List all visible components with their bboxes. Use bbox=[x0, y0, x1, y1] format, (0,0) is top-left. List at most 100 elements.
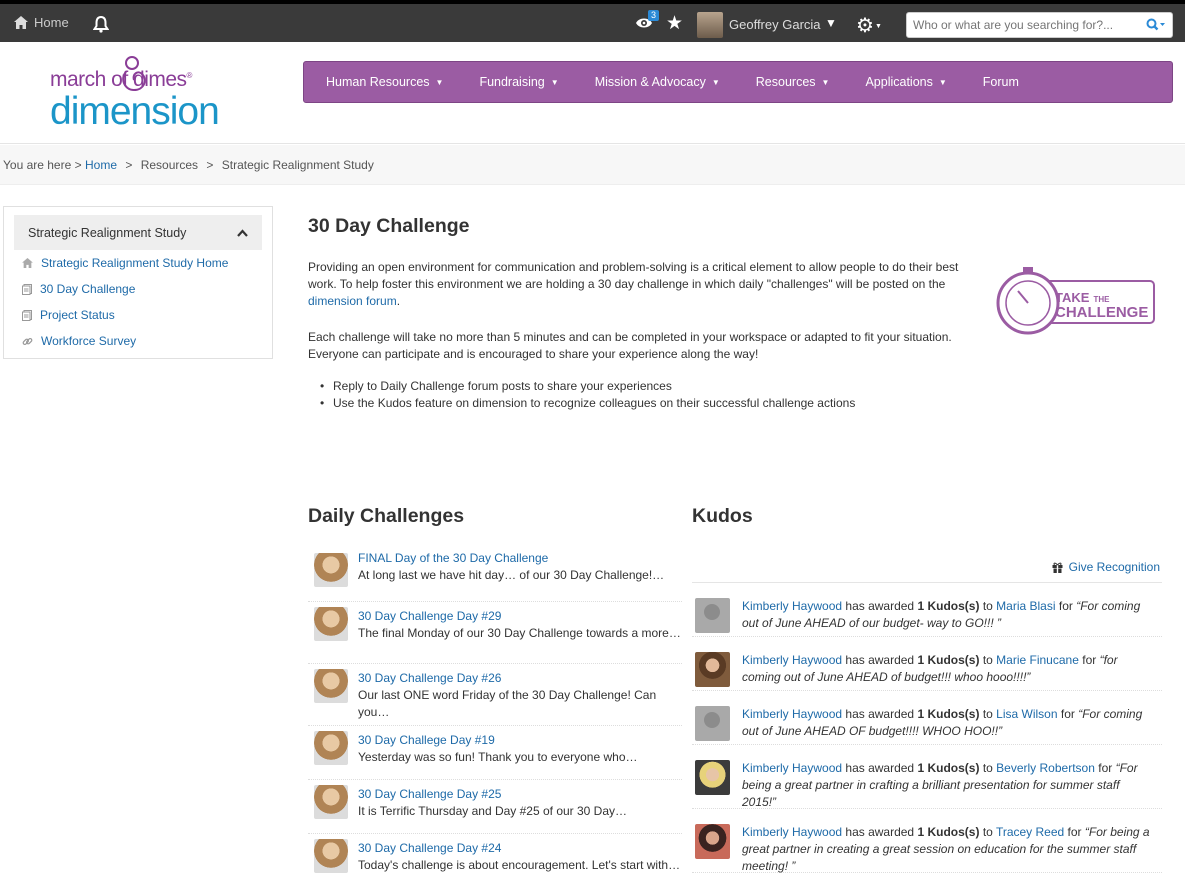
avatar bbox=[314, 785, 348, 819]
search-box bbox=[906, 12, 1173, 38]
challenge-title-link[interactable]: FINAL Day of the 30 Day Challenge bbox=[358, 551, 548, 565]
page-icon bbox=[22, 283, 32, 295]
watch-count-badge: 3 bbox=[648, 10, 660, 21]
chevron-down-icon: ▼ bbox=[711, 77, 720, 87]
list-item: FINAL Day of the 30 Day Challenge At lon… bbox=[308, 548, 682, 602]
nav-applications[interactable]: Applications ▼ bbox=[843, 75, 960, 89]
chevron-down-icon: ▼ bbox=[821, 77, 830, 87]
challenge-excerpt: The final Monday of our 30 Day Challenge… bbox=[358, 626, 681, 640]
take-the-challenge-badge[interactable]: TAKE THE CHALLENGE bbox=[992, 267, 1158, 337]
challenge-title-link[interactable]: 30 Day Challenge Day #26 bbox=[358, 671, 501, 685]
main-nav: Human Resources ▼ Fundraising ▼ Mission & … bbox=[303, 61, 1173, 103]
kudos-to-link[interactable]: Maria Blasi bbox=[996, 599, 1055, 613]
logo-line2: dimension bbox=[50, 90, 220, 133]
home-link[interactable]: Home bbox=[14, 15, 69, 30]
kudos-from-link[interactable]: Kimberly Haywood bbox=[742, 707, 842, 721]
list-item: 30 Day Challenge Day #25 It is Terrific … bbox=[308, 780, 682, 834]
kudos-from-link[interactable]: Kimberly Haywood bbox=[742, 599, 842, 613]
list-item: 30 Day Challenge Day #29 The final Monda… bbox=[308, 602, 682, 664]
breadcrumb-resources[interactable]: Resources bbox=[141, 158, 198, 172]
search-icon[interactable] bbox=[1146, 18, 1166, 32]
list-item: 30 Day Challenge Day #24 Today's challen… bbox=[308, 834, 682, 891]
intro-paragraph: Providing an open environment for commun… bbox=[308, 260, 959, 308]
sidebar-item-project-status[interactable]: Project Status bbox=[14, 302, 262, 328]
march-of-dimes-dimension-logo[interactable]: march of dimes® dimension bbox=[50, 54, 250, 134]
top-bar: Home 3 ★ Geoffrey Garcia ▼ ⚙ ▼ bbox=[0, 0, 1185, 42]
nav-resources[interactable]: Resources ▼ bbox=[734, 75, 844, 89]
page-icon bbox=[22, 309, 32, 321]
chevron-down-icon: ▼ bbox=[435, 77, 444, 87]
sidebar-item-30-day-challenge[interactable]: 30 Day Challenge bbox=[14, 276, 262, 302]
kudos-heading: Kudos bbox=[692, 505, 753, 527]
chevron-up-icon[interactable] bbox=[237, 228, 248, 237]
avatar[interactable] bbox=[695, 706, 730, 741]
breadcrumb: You are here > Home > Resources > Strate… bbox=[0, 145, 1185, 185]
avatar bbox=[314, 669, 348, 703]
kudos-to-link[interactable]: Tracey Reed bbox=[996, 825, 1064, 839]
kudos-to-link[interactable]: Marie Finucane bbox=[996, 653, 1079, 667]
nav-fundraising[interactable]: Fundraising ▼ bbox=[457, 75, 572, 89]
page-title: 30 Day Challenge bbox=[308, 215, 470, 237]
svg-text:CHALLENGE: CHALLENGE bbox=[1055, 304, 1148, 321]
kudos-to-link[interactable]: Beverly Robertson bbox=[996, 761, 1095, 775]
site-header: march of dimes® dimension Human Resource… bbox=[0, 42, 1185, 144]
challenge-title-link[interactable]: 30 Day Challege Day #19 bbox=[358, 733, 495, 747]
kudos-from-link[interactable]: Kimberly Haywood bbox=[742, 825, 842, 839]
kudos-from-link[interactable]: Kimberly Haywood bbox=[742, 653, 842, 667]
avatar bbox=[314, 839, 348, 873]
avatar[interactable] bbox=[695, 652, 730, 687]
list-item: Kimberly Haywood has awarded 1 Kudos(s) … bbox=[692, 583, 1162, 637]
challenge-bullets: Reply to Daily Challenge forum posts to … bbox=[320, 378, 855, 412]
home-icon bbox=[14, 16, 28, 29]
list-item: 30 Day Challenge Day #26 Our last ONE wo… bbox=[308, 664, 682, 726]
challenge-excerpt: Our last ONE word Friday of the 30 Day C… bbox=[358, 688, 657, 719]
sidebar-heading[interactable]: Strategic Realignment Study bbox=[14, 215, 262, 250]
kudos-to-link[interactable]: Lisa Wilson bbox=[996, 707, 1057, 721]
user-menu-caret-icon[interactable]: ▼ bbox=[825, 16, 837, 30]
list-item: Kimberly Haywood has awarded 1 Kudos(s) … bbox=[692, 809, 1162, 873]
breadcrumb-home-link[interactable]: Home bbox=[85, 158, 117, 172]
search-input[interactable] bbox=[907, 13, 1132, 37]
avatar bbox=[314, 553, 348, 587]
avatar[interactable] bbox=[695, 824, 730, 859]
challenge-title-link[interactable]: 30 Day Challenge Day #25 bbox=[358, 787, 501, 801]
daily-challenges-heading: Daily Challenges bbox=[308, 505, 465, 527]
kudos-from-link[interactable]: Kimberly Haywood bbox=[742, 761, 842, 775]
challenge-title-link[interactable]: 30 Day Challenge Day #29 bbox=[358, 609, 501, 623]
avatar[interactable] bbox=[695, 598, 730, 633]
list-item: Kimberly Haywood has awarded 1 Kudos(s) … bbox=[692, 637, 1162, 691]
daily-challenges: Daily Challenges FINAL Day of the 30 Day… bbox=[308, 505, 682, 873]
favorites-star-icon[interactable]: ★ bbox=[666, 12, 683, 35]
challenge-excerpt: Today's challenge is about encouragement… bbox=[358, 858, 681, 872]
avatar bbox=[314, 731, 348, 765]
nav-human-resources[interactable]: Human Resources ▼ bbox=[304, 75, 457, 89]
notifications-bell-icon[interactable] bbox=[92, 15, 110, 36]
logo-line1: march of dimes® bbox=[50, 68, 192, 91]
kudos-panel: Kudos Give Recognition Kimberly Haywood … bbox=[692, 505, 1162, 873]
chevron-down-icon: ▼ bbox=[938, 77, 947, 87]
user-name[interactable]: Geoffrey Garcia bbox=[729, 17, 821, 32]
nav-forum[interactable]: Forum bbox=[961, 75, 1033, 89]
dimension-forum-link[interactable]: dimension forum bbox=[308, 294, 397, 308]
bullet-item: Reply to Daily Challenge forum posts to … bbox=[320, 378, 855, 395]
kudos-list: Kimberly Haywood has awarded 1 Kudos(s) … bbox=[692, 582, 1162, 873]
user-avatar[interactable] bbox=[697, 12, 723, 38]
list-item: Kimberly Haywood has awarded 1 Kudos(s) … bbox=[692, 745, 1162, 809]
home-icon bbox=[22, 258, 33, 268]
challenge-excerpt: It is Terrific Thursday and Day #25 of o… bbox=[358, 804, 628, 818]
list-item: 30 Day Challege Day #19 Yesterday was so… bbox=[308, 726, 682, 780]
sidebar-item-workforce-survey[interactable]: Workforce Survey bbox=[14, 328, 262, 354]
link-icon bbox=[22, 337, 33, 345]
list-item: Kimberly Haywood has awarded 1 Kudos(s) … bbox=[692, 691, 1162, 745]
sidebar: Strategic Realignment Study Strategic Re… bbox=[3, 206, 273, 359]
settings-caret-icon[interactable]: ▼ bbox=[875, 23, 882, 30]
main-content: 30 Day Challenge Providing an open envir… bbox=[308, 215, 1173, 412]
daily-challenges-list: FINAL Day of the 30 Day Challenge At lon… bbox=[308, 548, 682, 891]
challenge-excerpt: Yesterday was so fun! Thank you to every… bbox=[358, 750, 638, 764]
sidebar-item-study-home[interactable]: Strategic Realignment Study Home bbox=[14, 250, 262, 276]
challenge-title-link[interactable]: 30 Day Challenge Day #24 bbox=[358, 841, 501, 855]
give-recognition-button[interactable]: Give Recognition bbox=[1052, 560, 1160, 574]
nav-mission-advocacy[interactable]: Mission & Advocacy ▼ bbox=[573, 75, 734, 89]
avatar[interactable] bbox=[695, 760, 730, 795]
settings-gear-icon[interactable]: ⚙ bbox=[856, 13, 874, 38]
